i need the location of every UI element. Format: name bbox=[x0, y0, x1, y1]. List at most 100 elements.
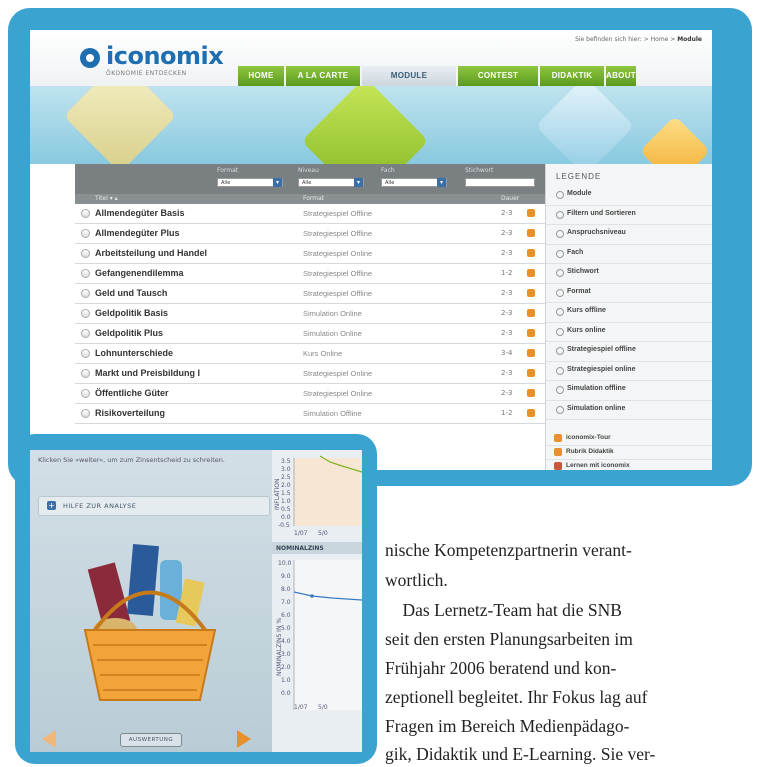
legend-item[interactable]: Strategiespiel offline bbox=[546, 342, 712, 362]
table-row[interactable]: Allmendegüter Basis Strategiespiel Offlin… bbox=[75, 204, 545, 224]
legend-radio-icon bbox=[556, 405, 564, 414]
breadcrumb-path[interactable]: Sie befinden sich hier: > Home > bbox=[575, 36, 677, 43]
article-line: seit den ersten Planungsarbeiten im bbox=[385, 629, 633, 649]
module-name[interactable]: Risikoverteilung bbox=[95, 408, 165, 418]
table-row[interactable]: Gefangenendilemma Strategiespiel Offline 1… bbox=[75, 264, 545, 284]
table-row[interactable]: Arbeitsteilung und Handel Strategiespiel … bbox=[75, 244, 545, 264]
filter-label-niveau: Niveau bbox=[298, 167, 319, 174]
help-analysis-button[interactable]: + HILFE ZUR ANALYSE bbox=[38, 496, 270, 516]
legend-item[interactable]: Fach bbox=[546, 245, 712, 264]
module-name[interactable]: Allmendegüter Basis bbox=[95, 208, 185, 218]
legend-radio-icon bbox=[556, 366, 564, 375]
module-type-icon bbox=[527, 269, 535, 277]
row-radio-icon[interactable] bbox=[81, 309, 90, 318]
legend-item-label: Simulation offline bbox=[567, 385, 626, 392]
module-name[interactable]: Allmendegüter Plus bbox=[95, 228, 180, 238]
module-name[interactable]: Arbeitsteilung und Handel bbox=[95, 248, 207, 258]
row-radio-icon[interactable] bbox=[81, 349, 90, 358]
module-duration: 2-3 bbox=[501, 249, 513, 257]
column-header-format[interactable]: Format bbox=[303, 195, 324, 202]
row-radio-icon[interactable] bbox=[81, 249, 90, 258]
table-row[interactable]: Geldpolitik Plus Simulation Online 2-3 bbox=[75, 324, 545, 344]
legend-item[interactable]: Filtern und Sortieren bbox=[546, 206, 712, 225]
module-type-icon bbox=[527, 309, 535, 317]
logo-icon bbox=[80, 48, 100, 68]
module-name[interactable]: Gefangenendilemma bbox=[95, 268, 184, 278]
table-row[interactable]: Öffentliche Güter Strategiespiel Online 2-… bbox=[75, 384, 545, 404]
y-tick: 1.0 bbox=[281, 677, 291, 684]
row-radio-icon[interactable] bbox=[81, 389, 90, 398]
legend-item[interactable]: Anspruchsniveau bbox=[546, 225, 712, 245]
row-radio-icon[interactable] bbox=[81, 209, 90, 218]
link-iconomix-tour[interactable]: iconomix-Tour bbox=[546, 432, 712, 446]
row-radio-icon[interactable] bbox=[81, 329, 90, 338]
module-format: Strategiespiel Online bbox=[303, 249, 373, 258]
y-tick: 0.0 bbox=[281, 690, 291, 697]
column-header-title[interactable]: Titel ▾ ▴ bbox=[95, 195, 118, 202]
fach-select[interactable]: Alle bbox=[381, 178, 447, 187]
main-nav: HOME A LA CARTE MODULE CONTEST DIDAKTIK … bbox=[238, 66, 638, 86]
legend-radio-icon bbox=[556, 288, 564, 297]
legend-item[interactable]: Kurs online bbox=[546, 323, 712, 342]
legend-item[interactable]: Strategiespiel online bbox=[546, 362, 712, 381]
back-arrow-icon[interactable] bbox=[42, 730, 56, 748]
legend-radio-icon bbox=[556, 386, 564, 394]
instruction-text: Klicken Sie »weiter«, um zum Zinsentsche… bbox=[38, 456, 225, 464]
row-radio-icon[interactable] bbox=[81, 269, 90, 278]
module-name[interactable]: Lohnunterschiede bbox=[95, 348, 173, 358]
row-radio-icon[interactable] bbox=[81, 409, 90, 418]
legend-panel: LEGENDE Module Filtern und Sortieren Ans… bbox=[545, 164, 712, 470]
table-row[interactable]: Risikoverteilung Simulation Offline 1-2 bbox=[75, 404, 545, 424]
link-rubrik-didaktik[interactable]: Rubrik Didaktik bbox=[546, 446, 712, 460]
module-name[interactable]: Geldpolitik Plus bbox=[95, 328, 163, 338]
hero-cube-green bbox=[301, 86, 429, 164]
y-tick: 10.0 bbox=[278, 560, 292, 567]
nav-tab-about[interactable]: ABOUT bbox=[606, 66, 636, 86]
link-label: Lernen mit iconomix bbox=[566, 462, 630, 469]
legend-item[interactable]: Simulation online bbox=[546, 401, 712, 420]
niveau-select[interactable]: Alle bbox=[298, 178, 364, 187]
row-radio-icon[interactable] bbox=[81, 229, 90, 238]
stichwort-input[interactable] bbox=[465, 178, 535, 187]
evaluation-button[interactable]: AUSWERTUNG bbox=[120, 733, 182, 747]
module-name[interactable]: Markt und Preisbildung I bbox=[95, 368, 200, 378]
module-type-icon bbox=[527, 389, 535, 397]
nav-tab-contest[interactable]: CONTEST bbox=[458, 66, 538, 86]
nav-tab-didaktik[interactable]: DIDAKTIK bbox=[540, 66, 604, 86]
legend-item[interactable]: Kurs offline bbox=[546, 303, 712, 323]
article-line: nische Kompetenzpartnerin verant- bbox=[385, 540, 632, 560]
x-tick: 1/07 bbox=[294, 530, 308, 537]
table-row[interactable]: Markt und Preisbildung I Strategiespiel O… bbox=[75, 364, 545, 384]
legend-radio-icon bbox=[556, 210, 564, 219]
module-duration: 2-3 bbox=[501, 309, 513, 317]
module-format: Strategiespiel Offline bbox=[303, 209, 373, 218]
nav-tab-home[interactable]: HOME bbox=[238, 66, 284, 86]
column-header-dauer[interactable]: Dauer bbox=[501, 195, 519, 202]
module-name[interactable]: Geldpolitik Basis bbox=[95, 308, 168, 318]
shopping-basket-illustration bbox=[83, 544, 217, 701]
module-name[interactable]: Geld und Tausch bbox=[95, 288, 167, 298]
module-format: Strategiespiel Offline bbox=[303, 229, 373, 238]
module-duration: 2-3 bbox=[501, 209, 513, 217]
table-row[interactable]: Lohnunterschiede Kurs Online 3-4 bbox=[75, 344, 545, 364]
nav-tab-a-la-carte[interactable]: A LA CARTE bbox=[286, 66, 360, 86]
y-tick: 3.0 bbox=[281, 651, 291, 658]
format-select[interactable]: Alle bbox=[217, 178, 283, 187]
row-radio-icon[interactable] bbox=[81, 369, 90, 378]
legend-item[interactable]: Module bbox=[546, 186, 712, 206]
legend-item[interactable]: Simulation offline bbox=[546, 381, 712, 401]
link-lernen-mit-iconomix[interactable]: Lernen mit iconomix bbox=[546, 460, 712, 470]
row-radio-icon[interactable] bbox=[81, 289, 90, 298]
table-row[interactable]: Allmendegüter Plus Strategiespiel Offline… bbox=[75, 224, 545, 244]
y-tick: 1.0 bbox=[281, 498, 291, 505]
table-row[interactable]: Geld und Tausch Strategiespiel Offline 2-3 bbox=[75, 284, 545, 304]
article-line: zeptionell begleitet. Ihr Fokus lag auf bbox=[385, 687, 648, 707]
module-name[interactable]: Öffentliche Güter bbox=[95, 388, 169, 398]
legend-item[interactable]: Stichwort bbox=[546, 264, 712, 284]
table-row[interactable]: Geldpolitik Basis Simulation Online 2-3 bbox=[75, 304, 545, 324]
filter-label-stichwort: Stichwort bbox=[465, 167, 494, 174]
forward-arrow-icon[interactable] bbox=[237, 730, 251, 748]
nav-tab-module[interactable]: MODULE bbox=[362, 66, 456, 86]
module-type-icon bbox=[527, 329, 535, 337]
legend-item[interactable]: Format bbox=[546, 284, 712, 303]
